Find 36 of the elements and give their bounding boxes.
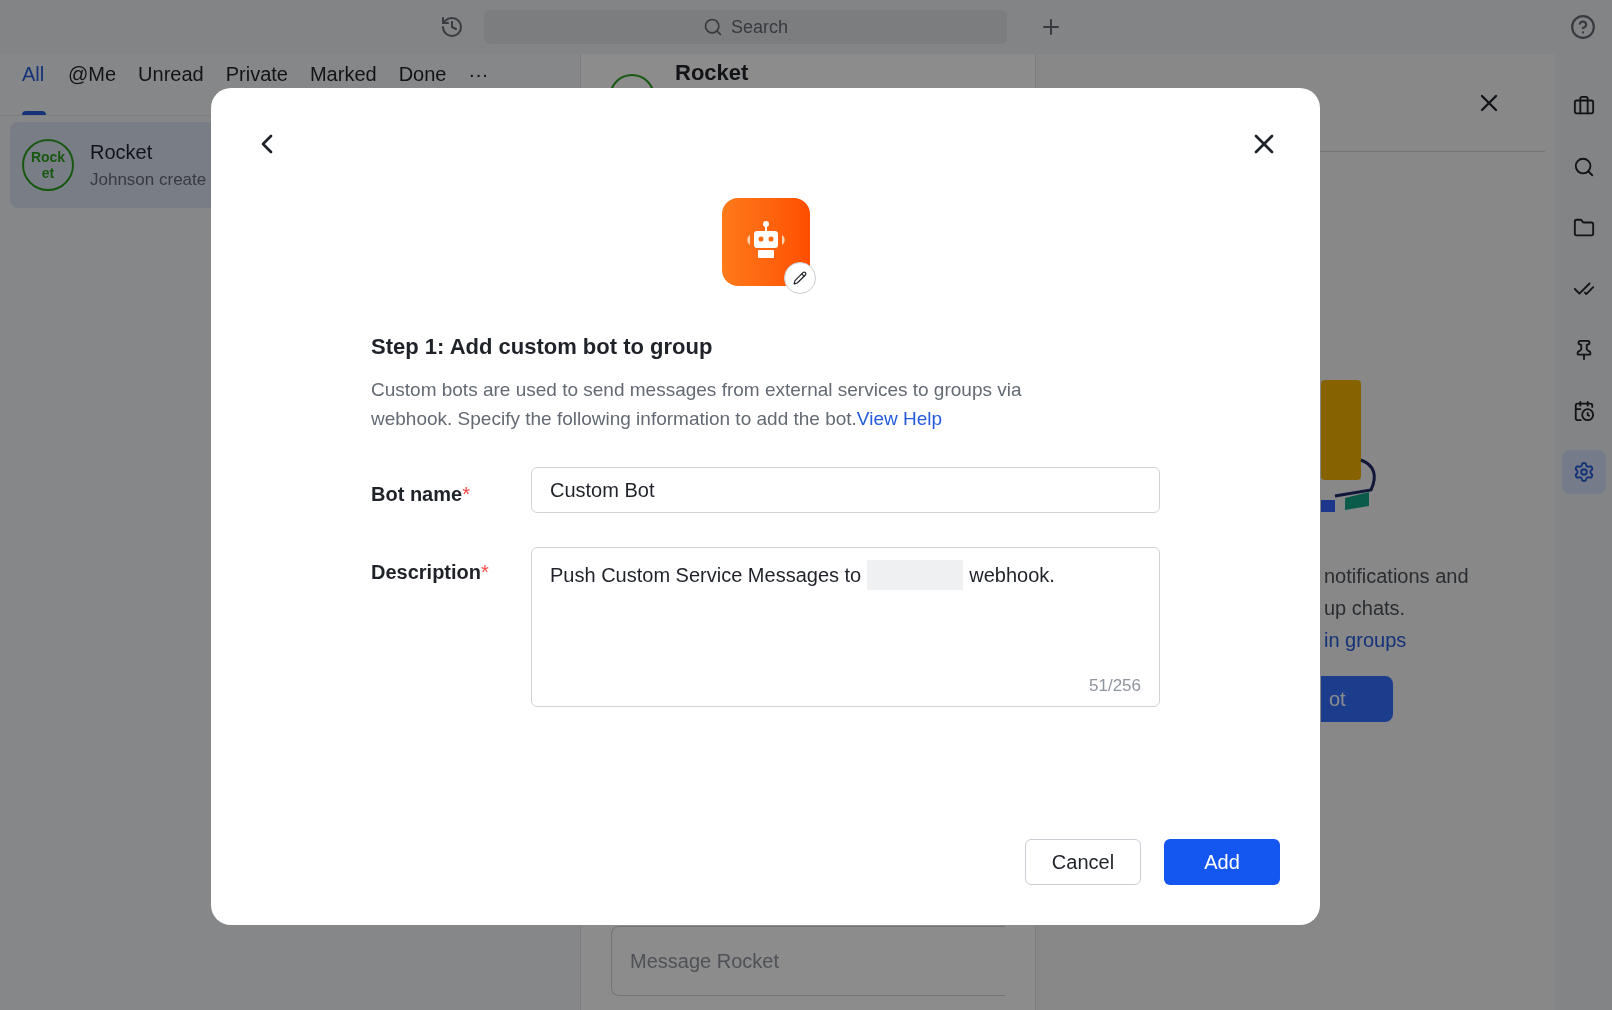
chat-name: Rocket bbox=[90, 140, 154, 166]
field-label: Bot name bbox=[371, 483, 463, 505]
dialog-title: Step 1: Add custom bot to group bbox=[371, 333, 714, 361]
add-bot-button[interactable]: ot bbox=[1321, 676, 1393, 722]
help-link[interactable]: in groups bbox=[1324, 624, 1555, 656]
field-label: Description bbox=[371, 561, 482, 583]
chat-tab[interactable]: Done bbox=[398, 62, 447, 86]
chat-tab[interactable]: All bbox=[22, 62, 46, 86]
cancel-button[interactable]: Cancel bbox=[1025, 839, 1141, 885]
chat-tab[interactable]: Marked bbox=[309, 62, 377, 86]
chat-preview: Johnson create bbox=[90, 169, 207, 192]
dialog-description: Custom bots are used to send messages from external services to groups via webhook. Specify the following information to add the bot.View Help bbox=[371, 378, 1023, 431]
selected-tab-indicator bbox=[22, 111, 46, 115]
search-placeholder: Search bbox=[730, 15, 788, 39]
character-count: 51/256 bbox=[1089, 674, 1141, 697]
required-mark: * bbox=[481, 561, 489, 583]
chat-header-title: Rocket bbox=[675, 60, 749, 86]
settings-icon[interactable] bbox=[1561, 450, 1606, 494]
chat-avatar: Rock et bbox=[22, 139, 74, 191]
chat-tab[interactable]: Unread bbox=[138, 62, 204, 86]
help-text-line: notifications and bbox=[1324, 564, 1470, 589]
view-help-link[interactable]: View Help bbox=[856, 408, 943, 429]
description-text: webhook. bbox=[969, 563, 1055, 588]
search-icon bbox=[702, 17, 723, 37]
description-text: Push Custom Service Messages to bbox=[550, 563, 862, 588]
description-field[interactable]: Push Custom Service Messages to webhook. 51/256 bbox=[531, 547, 1160, 707]
help-text-line: up chats. bbox=[1324, 596, 1407, 621]
chat-tab[interactable]: ··· bbox=[468, 62, 489, 86]
required-mark: * bbox=[462, 483, 470, 505]
chat-tab[interactable]: @Me bbox=[68, 62, 117, 86]
bot-name-field[interactable]: Custom Bot bbox=[531, 467, 1160, 513]
add-button[interactable]: Add bbox=[1164, 839, 1280, 885]
chat-tab[interactable]: Private bbox=[225, 62, 288, 86]
search-field[interactable]: Search bbox=[484, 10, 1007, 44]
help-icon[interactable] bbox=[1570, 14, 1596, 40]
history-icon[interactable] bbox=[440, 15, 464, 39]
